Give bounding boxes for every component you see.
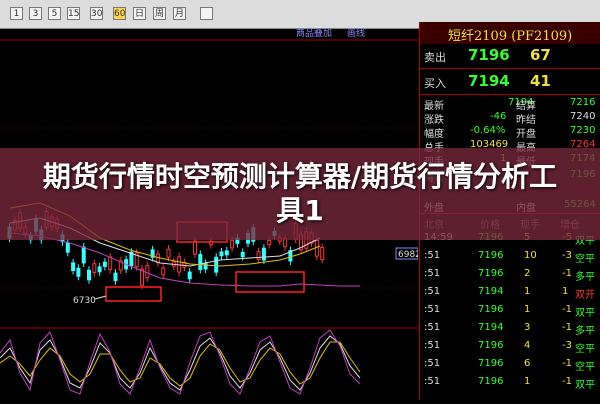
candle-body bbox=[320, 247, 325, 260]
period-30-button[interactable]: 30 bbox=[90, 7, 103, 20]
candle-body bbox=[187, 271, 192, 280]
stat-row: 幅度 -0.64% 开盘 7230 bbox=[424, 125, 596, 140]
candle-body bbox=[314, 239, 319, 257]
candle-body bbox=[145, 265, 150, 279]
period-15-button[interactable]: 15 bbox=[67, 7, 80, 20]
title-banner: 期货行情时空预测计算器/期货行情分析工具1 bbox=[0, 148, 600, 240]
stat-row: 涨跌 -46 昨结 7240 bbox=[424, 111, 596, 126]
period-3-button[interactable]: 3 bbox=[29, 7, 42, 20]
draw-label[interactable]: 画线 bbox=[347, 27, 365, 39]
kdj-line-j bbox=[0, 329, 361, 395]
trade-row: :51 7196 4 -3 空平 bbox=[424, 340, 595, 355]
trade-row: :51 7196 1 -1 双平 bbox=[424, 304, 595, 319]
trade-row: :51 7196 2 -1 多平 bbox=[424, 268, 595, 283]
trade-row: :51 7194 3 -1 多平 bbox=[424, 322, 595, 337]
candle-body bbox=[76, 267, 81, 277]
candle-body bbox=[155, 253, 160, 264]
candle-body bbox=[219, 251, 224, 257]
sell-quote[interactable]: 卖出 7196 67 bbox=[420, 46, 600, 67]
candle-body bbox=[71, 262, 76, 271]
calendar-icon[interactable] bbox=[200, 7, 213, 20]
sell-label: 卖出 bbox=[424, 51, 446, 64]
period-week-button[interactable]: 周 bbox=[153, 7, 166, 20]
candle-body bbox=[108, 256, 113, 271]
highlight-box-3 bbox=[235, 271, 305, 293]
divider bbox=[420, 94, 600, 95]
trade-row: :51 7194 1 1 双开 bbox=[424, 286, 595, 301]
candle-body bbox=[224, 250, 229, 256]
overlay-label[interactable]: 商品叠加 bbox=[296, 27, 332, 39]
candle-body bbox=[240, 251, 245, 258]
contract-title: 短纤2109 (PF2109) bbox=[448, 29, 573, 44]
banner-title: 期货行情时空预测计算器/期货行情分析工具1 bbox=[42, 160, 558, 227]
candle-body bbox=[230, 240, 235, 249]
candle-body bbox=[203, 263, 208, 270]
contract-title-bar: 短纤2109 (PF2109) bbox=[420, 22, 600, 44]
period-month-button[interactable]: 月 bbox=[173, 7, 186, 20]
divider bbox=[420, 68, 600, 69]
right-price-label: 6982 bbox=[398, 250, 418, 260]
candle-body bbox=[261, 247, 266, 261]
low-price-label: 6730 bbox=[73, 296, 96, 306]
candle-body bbox=[166, 248, 171, 258]
buy-volume: 41 bbox=[530, 72, 551, 90]
stat-row: 最新 7194 结算 7216 bbox=[424, 97, 596, 112]
candle-body bbox=[214, 256, 219, 273]
candle-body bbox=[87, 269, 91, 281]
trade-row: :51 7196 1 -1 双平 bbox=[424, 376, 595, 391]
candle-body bbox=[161, 267, 166, 276]
sell-price: 7196 bbox=[468, 46, 510, 64]
candle-body bbox=[198, 253, 203, 271]
buy-quote[interactable]: 买入 7194 41 bbox=[420, 72, 600, 93]
candle-body bbox=[65, 242, 70, 253]
period-1-button[interactable]: 1 bbox=[10, 7, 23, 20]
sell-volume: 67 bbox=[530, 46, 551, 64]
trade-row: :51 7196 6 -1 空平 bbox=[424, 358, 595, 373]
candle-body bbox=[113, 272, 118, 282]
candle-body bbox=[102, 261, 107, 267]
candle-body bbox=[193, 240, 197, 255]
period-5-button[interactable]: 5 bbox=[48, 7, 61, 20]
candle-body bbox=[97, 266, 102, 273]
buy-price: 7194 bbox=[468, 72, 510, 90]
highlight-box-1 bbox=[105, 286, 162, 302]
candle-body bbox=[92, 263, 97, 273]
candle-body bbox=[256, 251, 261, 260]
trade-row: :51 7196 10 -3 空平 bbox=[424, 250, 595, 265]
candle-body bbox=[81, 246, 86, 264]
candle-body bbox=[267, 240, 272, 246]
buy-label: 买入 bbox=[424, 77, 446, 90]
period-60-button[interactable]: 60 bbox=[113, 7, 126, 20]
period-day-button[interactable]: 日 bbox=[133, 7, 146, 20]
